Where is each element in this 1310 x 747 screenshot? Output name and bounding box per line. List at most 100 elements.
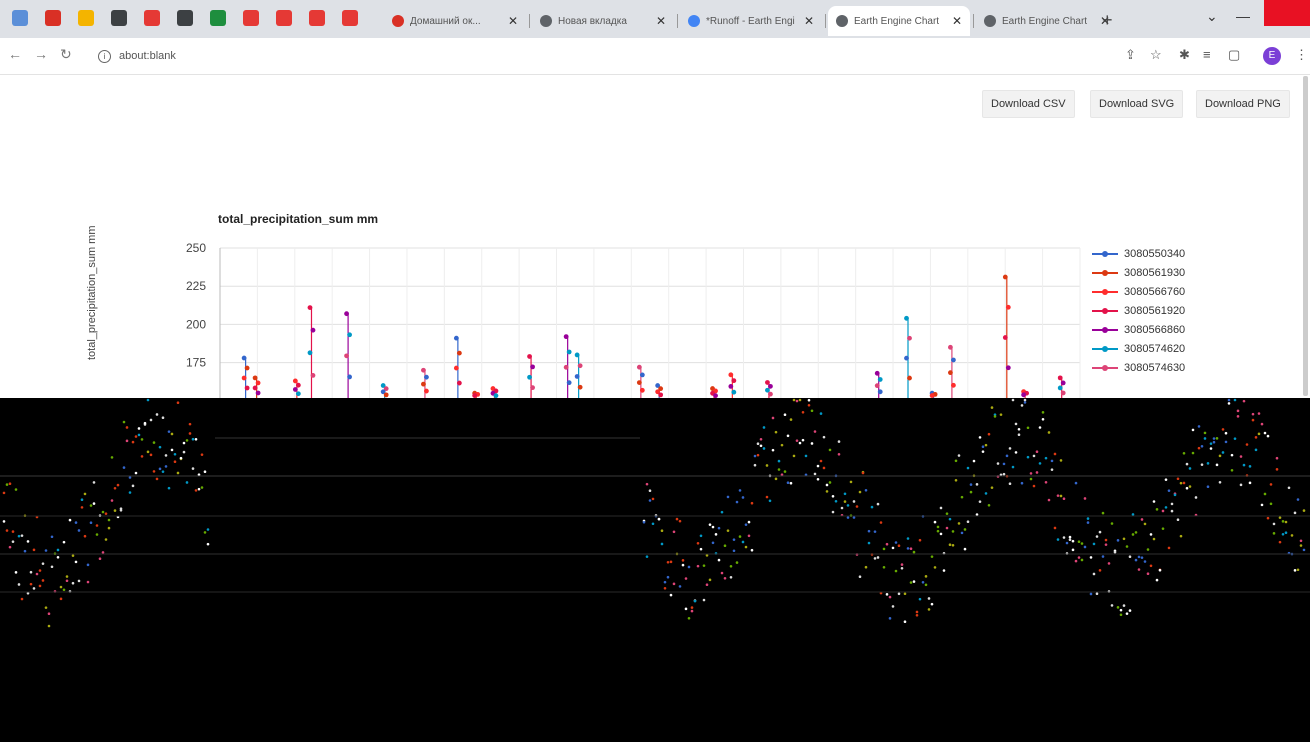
download-csv-button[interactable]: Download CSV	[982, 90, 1075, 118]
tab-title: Новая вкладка	[558, 15, 627, 27]
glitch-dot	[726, 529, 730, 532]
extensions-icon[interactable]: ✱	[1179, 47, 1190, 63]
close-tab-icon[interactable]: ✕	[802, 14, 816, 28]
pinned-tab[interactable]	[309, 10, 325, 26]
data-point	[475, 391, 481, 397]
glitch-dot	[134, 471, 138, 475]
pinned-tab[interactable]	[78, 10, 94, 26]
glitch-dot	[777, 468, 781, 471]
minimize-button[interactable]: —	[1236, 8, 1250, 24]
profile-avatar[interactable]: E	[1263, 47, 1281, 65]
glitch-dot	[131, 440, 135, 444]
data-point	[421, 381, 426, 387]
pinned-tab[interactable]	[144, 10, 160, 26]
share-icon[interactable]: ⇪	[1125, 47, 1136, 63]
browser-tab[interactable]: *Runoff - Earth Engi ✕	[680, 6, 822, 36]
close-window-button[interactable]	[1264, 0, 1310, 26]
glitch-dot	[74, 560, 78, 564]
data-point	[563, 334, 569, 340]
side-panel-icon[interactable]: ▢	[1228, 47, 1240, 63]
legend-label: 3080566760	[1124, 285, 1186, 298]
glitch-dot	[963, 528, 967, 531]
legend-item[interactable]: 3080574620	[1092, 339, 1185, 358]
glitch-dot	[1293, 569, 1297, 572]
data-point	[255, 380, 261, 386]
glitch-dot	[1068, 538, 1072, 542]
glitch-dot	[5, 529, 9, 532]
pinned-tab[interactable]	[111, 10, 127, 26]
data-point	[639, 372, 645, 378]
glitch-dot	[870, 505, 874, 509]
glitch-dot	[984, 492, 988, 495]
browser-tab[interactable]: Новая вкладка ✕	[532, 6, 674, 36]
pinned-tab[interactable]	[342, 10, 358, 26]
glitch-dot	[1047, 431, 1051, 434]
glitch-dot	[38, 569, 42, 572]
forward-icon[interactable]: →	[34, 46, 48, 62]
menu-icon[interactable]: ⋮	[1295, 47, 1308, 63]
legend-item[interactable]: 3080550340	[1092, 244, 1185, 263]
glitch-dot	[714, 533, 718, 536]
pinned-tab[interactable]	[177, 10, 193, 26]
glitch-dot	[642, 520, 646, 524]
legend-item[interactable]: 3080566860	[1092, 320, 1185, 339]
download-svg-button[interactable]: Download SVG	[1090, 90, 1184, 118]
legend-item[interactable]: 3080574630	[1092, 358, 1185, 377]
glitch-dot	[1119, 608, 1123, 612]
glitch-dot	[14, 488, 18, 491]
glitch-dot	[873, 557, 877, 560]
glitch-dot	[990, 406, 994, 409]
glitch-dot	[203, 470, 207, 473]
glitch-dot	[1062, 536, 1066, 539]
legend-item[interactable]: 3080561920	[1092, 301, 1185, 320]
browser-tab[interactable]: Домашний ок... ✕	[384, 6, 526, 36]
glitch-dot	[918, 538, 922, 542]
pinned-tab[interactable]	[276, 10, 292, 26]
download-png-button[interactable]: Download PNG	[1196, 90, 1290, 118]
glitch-dot	[780, 443, 784, 447]
glitch-dot	[152, 441, 156, 444]
glitch-dot	[1029, 472, 1033, 475]
glitch-dot	[987, 504, 991, 507]
glitch-dot	[933, 566, 937, 569]
glitch-dot	[1260, 503, 1264, 507]
glitch-dot	[705, 583, 709, 587]
glitch-dot	[669, 593, 673, 597]
info-icon[interactable]: i	[98, 49, 111, 63]
pinned-tab[interactable]	[210, 10, 226, 26]
glitch-dot	[786, 481, 790, 485]
pinned-tab[interactable]	[45, 10, 61, 26]
legend-label: 3080566860	[1124, 323, 1186, 336]
glitch-dot	[113, 509, 117, 512]
tab-search-icon[interactable]: ⌄	[1206, 8, 1218, 25]
glitch-dot	[1212, 437, 1216, 440]
close-tab-icon[interactable]: ✕	[950, 14, 964, 28]
legend-item[interactable]: 3080561930	[1092, 263, 1185, 282]
pinned-tab[interactable]	[243, 10, 259, 26]
back-icon[interactable]: ←	[8, 46, 22, 62]
bookmark-star-icon[interactable]: ☆	[1150, 47, 1162, 63]
glitch-dot	[1071, 548, 1075, 552]
glitch-dot	[909, 547, 913, 551]
browser-tab[interactable]: Earth Engine Chart ✕	[828, 6, 970, 36]
glitch-dot	[693, 599, 697, 603]
pinned-tab[interactable]	[12, 10, 28, 26]
reload-icon[interactable]: ↻	[60, 46, 72, 63]
glitch-dot	[2, 520, 6, 523]
close-tab-icon[interactable]: ✕	[506, 14, 520, 28]
glitch-dot	[1164, 506, 1168, 509]
browser-tab[interactable]: Earth Engine Chart ✕	[976, 6, 1118, 36]
close-tab-icon[interactable]: ✕	[654, 14, 668, 28]
glitch-dot	[984, 443, 988, 447]
reading-list-icon[interactable]: ≡	[1203, 47, 1211, 62]
new-tab-button[interactable]: +	[1102, 10, 1113, 31]
address-input[interactable]: i about:blank	[98, 43, 1098, 69]
page-scrollbar[interactable]	[1303, 76, 1308, 396]
glitch-dot	[1140, 518, 1144, 521]
glitch-dot	[897, 592, 901, 596]
glitch-dot	[810, 409, 814, 413]
glitch-dot	[975, 483, 979, 486]
legend-item[interactable]: 3080566760	[1092, 282, 1185, 301]
data-point	[563, 364, 569, 370]
glitch-dot	[1116, 606, 1120, 609]
